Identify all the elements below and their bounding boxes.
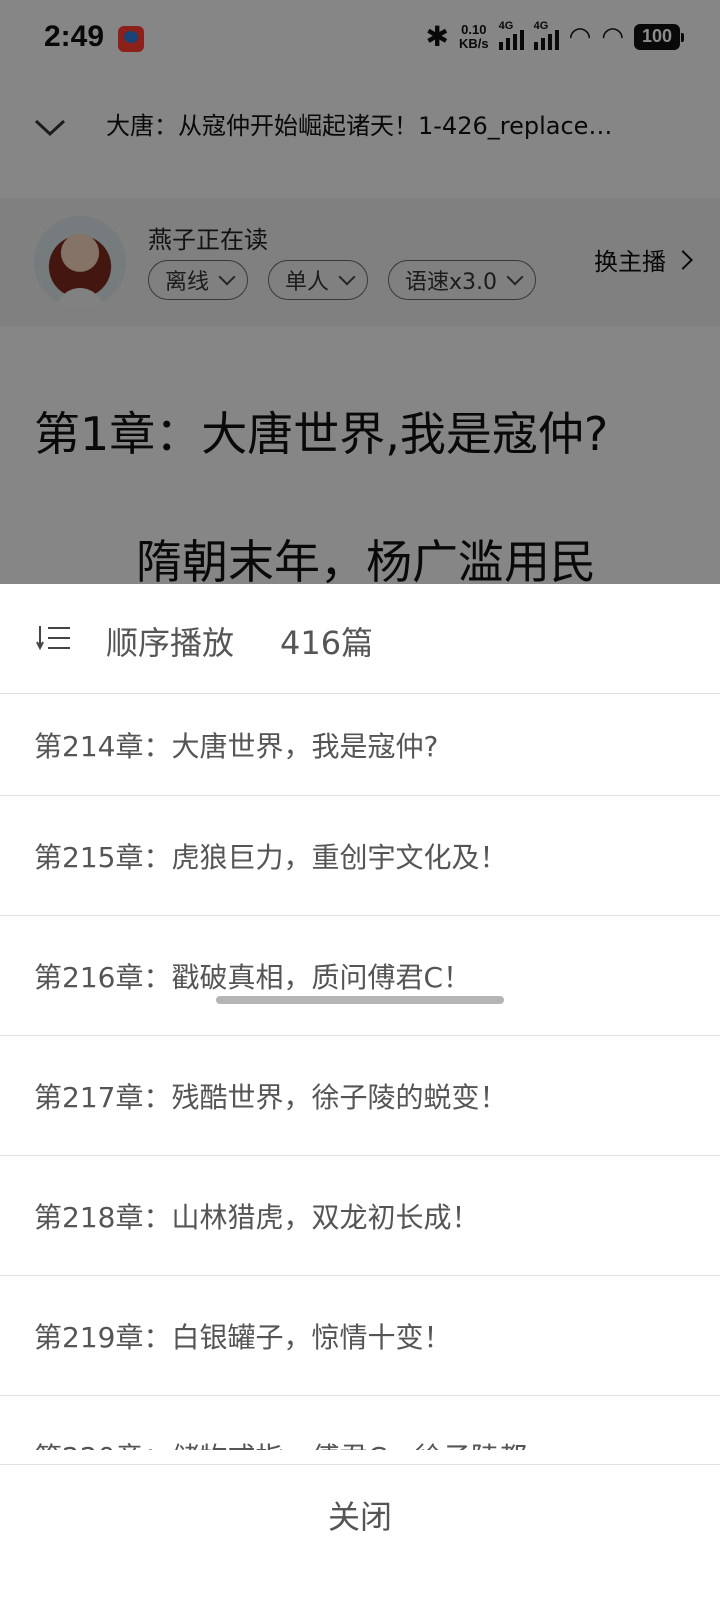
close-button[interactable]: 关闭: [0, 1465, 720, 1565]
list-item[interactable]: 第216章：戳破真相，质问傅君C！: [0, 916, 720, 1036]
list-item[interactable]: 第215章：虎狼巨力，重创宇文化及！: [0, 796, 720, 916]
dim-overlay[interactable]: [0, 0, 720, 584]
list-item[interactable]: 第218章：山林猎虎，双龙初长成！: [0, 1156, 720, 1276]
chapter-count: 416篇: [280, 624, 374, 662]
chapter-list[interactable]: 第214章：大唐世界，我是寇仲? 第215章：虎狼巨力，重创宇文化及！ 第216…: [0, 694, 720, 1450]
play-mode-toggle[interactable]: 顺序播放: [106, 618, 234, 664]
sequential-order-icon[interactable]: [36, 624, 72, 652]
chapter-list-sheet: 顺序播放 416篇 第214章：大唐世界，我是寇仲? 第215章：虎狼巨力，重创…: [0, 584, 720, 1600]
list-item[interactable]: 第219章：白银罐子，惊情十变！: [0, 1276, 720, 1396]
list-item[interactable]: 第217章：残酷世界，徐子陵的蜕变！: [0, 1036, 720, 1156]
list-item[interactable]: 第220章：储物戒指，傅君C，徐子陵都: [0, 1396, 720, 1451]
list-item[interactable]: 第214章：大唐世界，我是寇仲?: [0, 694, 720, 796]
sheet-footer: 关闭: [0, 1464, 720, 1600]
home-indicator[interactable]: [216, 996, 504, 1004]
sheet-header: 顺序播放 416篇: [0, 584, 720, 694]
